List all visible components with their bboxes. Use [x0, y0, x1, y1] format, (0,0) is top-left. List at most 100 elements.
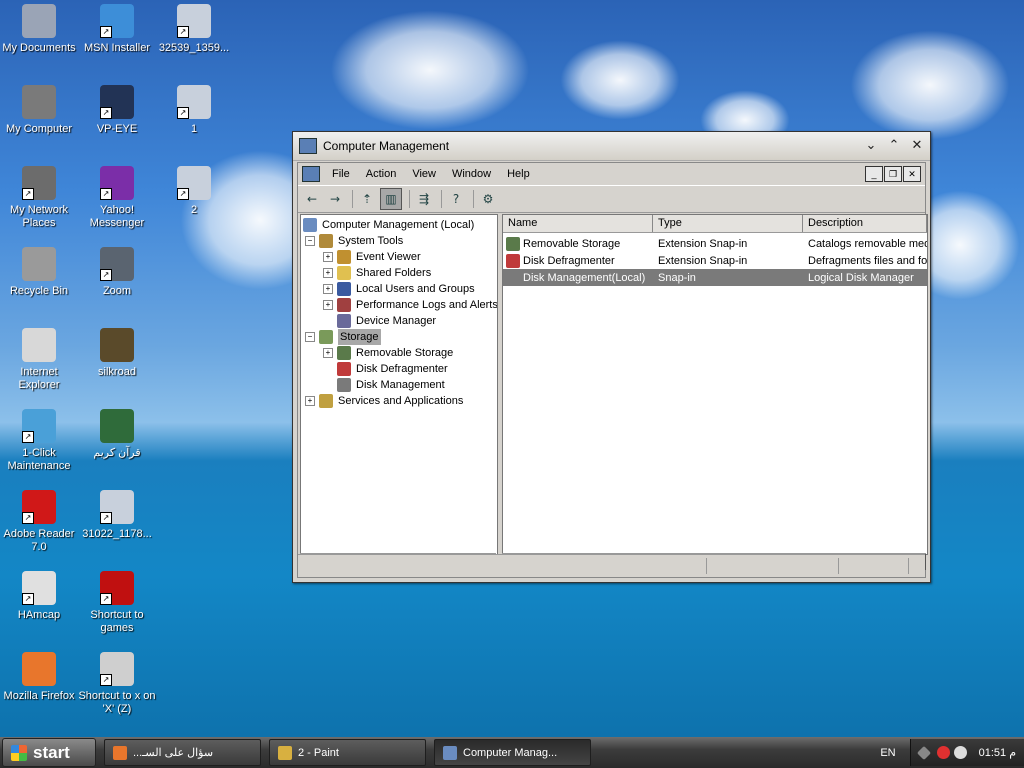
up-folder-button[interactable]: ⇡	[357, 189, 377, 209]
expander-toggle[interactable]: +	[323, 284, 333, 294]
menu-window[interactable]: Window	[444, 168, 499, 180]
expander-toggle[interactable]: +	[305, 396, 315, 406]
computer-management-window[interactable]: Computer Management ⌄ ⌃ ✕ File Action Vi…	[292, 131, 931, 583]
toolbar: ← → ⇡ ▥ ⇶ ? ⚙	[298, 185, 925, 213]
desktop-icon[interactable]: Internet Explorer	[0, 328, 78, 392]
desktop-icon[interactable]: ↗ Shortcut to games	[78, 571, 156, 635]
desktop-icon[interactable]: ↗ My Network Places	[0, 166, 78, 230]
cell-description: Logical Disk Manager	[808, 271, 914, 284]
column-description[interactable]: Description	[803, 215, 927, 232]
column-type[interactable]: Type	[653, 215, 803, 232]
mdi-close-button[interactable]: ✕	[903, 166, 921, 182]
event-viewer-icon	[337, 250, 351, 264]
shortcut-arrow-icon: ↗	[177, 26, 189, 38]
menu-help[interactable]: Help	[499, 168, 538, 180]
close-button[interactable]: ✕	[907, 136, 927, 156]
table-row[interactable]: Disk Management(Local) Snap-in Logical Dis…	[503, 269, 927, 286]
network-tray-icon[interactable]	[916, 745, 931, 760]
maximize-button[interactable]: ⌃	[884, 136, 904, 156]
tree-node[interactable]: + Removable Storage	[323, 345, 453, 361]
desktop-icon[interactable]: ↗ HAmcap	[0, 571, 78, 622]
export-list-button[interactable]: ⇶	[414, 189, 434, 209]
users-icon	[337, 282, 351, 296]
minimize-button[interactable]: ⌄	[861, 136, 881, 156]
forward-button[interactable]: →	[325, 189, 345, 209]
recycle-bin-icon	[22, 247, 56, 281]
menu-file[interactable]: File	[324, 168, 358, 180]
expander-toggle[interactable]: +	[323, 268, 333, 278]
desktop-icon[interactable]: Recycle Bin	[0, 247, 78, 298]
tree-node[interactable]: − System Tools	[305, 233, 403, 249]
desktop-icon[interactable]: ↗ VP-EYE	[78, 85, 156, 136]
desktop-icon[interactable]: ↗ Adobe Reader 7.0	[0, 490, 78, 554]
taskbar-button[interactable]: Computer Manag...	[434, 739, 591, 766]
hamcap-icon: ↗	[22, 571, 56, 605]
menu-view[interactable]: View	[404, 168, 444, 180]
cell-name-text: Disk Defragmenter	[523, 254, 615, 267]
desktop-icon[interactable]: ↗ 32539_1359...	[155, 4, 233, 55]
tree-node[interactable]: + Local Users and Groups	[323, 281, 475, 297]
tree-node-label: Removable Storage	[356, 347, 454, 359]
shortcut-arrow-icon: ↗	[22, 431, 34, 443]
desktop-icon-label: My Computer	[5, 123, 73, 135]
antivirus-tray-icon[interactable]	[936, 746, 950, 759]
tree-node-label: Services and Applications	[338, 395, 464, 407]
properties-button[interactable]: ⚙	[478, 189, 498, 209]
desktop-icon[interactable]: ↗ Zoom	[78, 247, 156, 298]
task-buttons: ...سؤال على السـ 2 - Paint Computer Manag.…	[96, 739, 591, 766]
desktop-icon[interactable]: silkroad	[78, 328, 156, 379]
back-button[interactable]: ←	[302, 189, 322, 209]
mdi-minimize-button[interactable]: _	[865, 166, 883, 182]
desktop-icon[interactable]: ↗ 31022_1178...	[78, 490, 156, 541]
desktop-icon[interactable]: My Computer	[0, 85, 78, 136]
desktop-icon-label: Internet Explorer	[18, 366, 60, 391]
start-button[interactable]: start	[2, 738, 96, 767]
messenger-tray-icon[interactable]	[953, 746, 967, 759]
desktop-icon[interactable]: ↗ Yahoo! Messenger	[78, 166, 156, 230]
tree-node[interactable]: − Storage	[305, 329, 381, 345]
expander-toggle[interactable]: +	[323, 300, 333, 310]
tree-node[interactable]: Device Manager	[323, 313, 436, 329]
expander-toggle[interactable]: −	[305, 332, 315, 342]
console-icon[interactable]	[302, 166, 320, 182]
tree-node[interactable]: Disk Defragmenter	[323, 361, 448, 377]
msn-butterfly-icon: ↗	[100, 4, 134, 38]
tree-node[interactable]: + Services and Applications	[305, 393, 463, 409]
menu-action[interactable]: Action	[358, 168, 405, 180]
tree-node[interactable]: Computer Management (Local)	[303, 217, 474, 233]
tree-node[interactable]: + Shared Folders	[323, 265, 431, 281]
desktop-icon[interactable]: Mozilla Firefox	[0, 652, 78, 703]
desktop-icon-label: 32539_1359...	[158, 42, 230, 54]
show-hide-tree-button[interactable]: ▥	[380, 188, 402, 210]
taskbar-button[interactable]: ...سؤال على السـ	[104, 739, 261, 766]
desktop-icon[interactable]: My Documents	[0, 4, 78, 55]
mdi-restore-button[interactable]: ❐	[884, 166, 902, 182]
device-manager-icon	[337, 314, 351, 328]
desktop-icon[interactable]: ↗ MSN Installer	[78, 4, 156, 55]
console-tree[interactable]: Computer Management (Local) − System Tools…	[300, 214, 498, 555]
table-row[interactable]: Removable Storage Extension Snap-in Catalo…	[503, 235, 927, 252]
details-pane[interactable]: Name Type Description Removable Storage E…	[502, 214, 928, 555]
column-name[interactable]: Name	[503, 215, 653, 232]
tree-node[interactable]: + Performance Logs and Alerts	[323, 297, 498, 313]
taskbar-button[interactable]: 2 - Paint	[269, 739, 426, 766]
desktop-icon[interactable]: قرآن كريم	[78, 409, 156, 460]
taskbar-button-label: Computer Manag...	[463, 746, 558, 759]
tree-node[interactable]: + Event Viewer	[323, 249, 421, 265]
table-row[interactable]: Disk Defragmenter Extension Snap-in Defrag…	[503, 252, 927, 269]
desktop-icon-label: Mozilla Firefox	[3, 690, 75, 702]
desktop-icon[interactable]: ↗ 1	[155, 85, 233, 136]
tree-node-label: Performance Logs and Alerts	[356, 299, 498, 311]
desktop-icon[interactable]: ↗ 2	[155, 166, 233, 217]
clock[interactable]: 01:51 م	[979, 746, 1016, 759]
desktop-icon[interactable]: ↗ Shortcut to x on 'X' (Z)	[78, 652, 156, 716]
tree-node[interactable]: Disk Management	[323, 377, 445, 393]
expander-toggle[interactable]: −	[305, 236, 315, 246]
language-indicator[interactable]: EN	[880, 747, 895, 759]
desktop-icon[interactable]: ↗ 1-Click Maintenance	[0, 409, 78, 473]
title-bar[interactable]: Computer Management ⌄ ⌃ ✕	[293, 132, 930, 161]
removable-storage-icon	[506, 236, 520, 251]
expander-toggle[interactable]: +	[323, 252, 333, 262]
expander-toggle[interactable]: +	[323, 348, 333, 358]
help-button[interactable]: ?	[446, 189, 466, 209]
